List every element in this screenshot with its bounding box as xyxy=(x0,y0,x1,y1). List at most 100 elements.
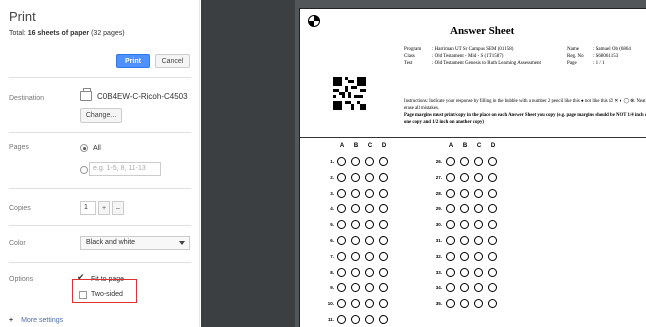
column-header: D xyxy=(490,143,496,149)
answer-bubble xyxy=(365,157,374,166)
answer-bubble xyxy=(379,157,388,166)
pages-range-input[interactable]: e.g. 1-5, 8, 11-13 xyxy=(89,162,161,176)
answer-bubble xyxy=(460,188,469,198)
divider xyxy=(9,132,191,133)
reg-label: Reg. No xyxy=(567,54,584,59)
answer-bubble xyxy=(488,220,497,230)
answer-bubble xyxy=(351,204,360,214)
question-number: 29. xyxy=(435,206,442,212)
answer-bubble xyxy=(460,267,469,277)
test-value: : Old Testament Genesis to Ruth Learning… xyxy=(432,61,541,66)
answer-bubble xyxy=(365,283,374,293)
question-number: 7. xyxy=(330,253,334,259)
answer-bubble xyxy=(474,299,483,309)
print-title: Print xyxy=(9,9,36,24)
total-suffix: (32 pages) xyxy=(89,30,125,37)
answer-bubble xyxy=(446,220,455,230)
answer-bubble xyxy=(488,188,497,198)
answer-bubble xyxy=(351,299,360,309)
question-number: 26. xyxy=(435,159,442,164)
question-number: 10. xyxy=(327,301,334,307)
answer-bubble xyxy=(337,220,346,230)
answer-bubble xyxy=(460,251,469,261)
answer-bubble xyxy=(351,315,360,324)
question-number: 35. xyxy=(435,301,442,307)
answer-bubble xyxy=(379,267,388,277)
answer-sheet-page: Answer Sheet Program : Harriman UT Sr Ca… xyxy=(299,8,646,327)
question-number: 32. xyxy=(435,253,442,259)
answer-bubble xyxy=(474,267,483,277)
header-divider xyxy=(300,137,646,138)
answer-bubble xyxy=(337,188,346,198)
answer-bubble xyxy=(337,299,346,309)
column-header: D xyxy=(381,143,387,149)
answer-bubble xyxy=(337,157,346,166)
answer-bubble xyxy=(337,204,346,214)
program-label: Program xyxy=(404,47,422,52)
answer-bubble xyxy=(351,283,360,293)
more-settings-link[interactable]: + More settings xyxy=(9,317,63,324)
answer-bubble xyxy=(351,172,360,182)
answer-bubble xyxy=(351,236,360,245)
answer-bubble xyxy=(379,283,388,293)
pages-label: Pages xyxy=(9,144,29,151)
question-number: 11. xyxy=(327,317,334,322)
qr-code xyxy=(333,77,366,110)
copies-input[interactable]: 1 xyxy=(80,201,96,215)
total-prefix: Total: xyxy=(9,30,28,37)
printer-icon xyxy=(80,88,92,101)
test-label: Test xyxy=(404,61,413,66)
question-number: 5. xyxy=(330,222,334,228)
answer-bubble xyxy=(446,188,455,198)
print-button[interactable]: Print xyxy=(116,54,150,68)
answer-bubble xyxy=(446,251,455,261)
pages-custom-radio[interactable] xyxy=(80,166,88,174)
question-number: 27. xyxy=(435,174,442,180)
name-label: Name xyxy=(567,47,579,52)
answer-bubble xyxy=(446,157,455,166)
color-select[interactable]: Black and white xyxy=(80,236,190,250)
color-label: Color xyxy=(9,240,26,247)
preview-gutter xyxy=(201,0,295,327)
class-value: : Old Testament - Mid - S (1T1587) xyxy=(432,54,504,59)
plus-icon: + xyxy=(9,317,14,324)
answer-bubble xyxy=(365,236,374,245)
name-value: : Samuel Ob (6864 xyxy=(593,47,631,52)
answer-bubble xyxy=(474,236,483,245)
question-number: 34. xyxy=(435,285,442,291)
change-destination-button[interactable]: Change... xyxy=(80,108,122,123)
instructions-line: Instructions: Indicate your response by … xyxy=(404,99,646,111)
answer-bubble xyxy=(379,172,388,182)
divider xyxy=(9,188,191,189)
answer-bubble xyxy=(488,267,497,277)
answer-bubble xyxy=(365,299,374,309)
answer-bubble xyxy=(351,220,360,230)
question-number: 33. xyxy=(435,269,442,275)
answer-bubble xyxy=(337,251,346,261)
answer-bubble xyxy=(488,251,497,261)
answer-bubble xyxy=(446,283,455,293)
chevron-down-icon xyxy=(179,241,185,245)
question-number: 1. xyxy=(330,159,334,164)
answer-bubble xyxy=(446,204,455,214)
copies-decrement-button[interactable]: – xyxy=(112,201,124,215)
answer-bubble xyxy=(460,157,469,166)
answer-bubble xyxy=(365,188,374,198)
registration-mark-icon xyxy=(308,15,320,27)
answer-bubble xyxy=(474,157,483,166)
answer-bubble xyxy=(351,251,360,261)
color-select-value: Black and white xyxy=(86,239,136,246)
answer-bubble xyxy=(365,220,374,230)
pages-all-radio[interactable] xyxy=(80,144,88,152)
answer-bubble xyxy=(337,172,346,182)
answer-bubble xyxy=(488,236,497,245)
copies-increment-button[interactable]: + xyxy=(98,201,110,215)
answer-bubble xyxy=(446,299,455,309)
answer-bubble xyxy=(488,204,497,214)
question-number: 8. xyxy=(330,269,334,275)
column-header: B xyxy=(462,143,468,149)
cancel-button[interactable]: Cancel xyxy=(155,54,190,68)
answer-bubble xyxy=(351,188,360,198)
answer-bubble xyxy=(351,157,360,166)
divider xyxy=(9,262,191,263)
